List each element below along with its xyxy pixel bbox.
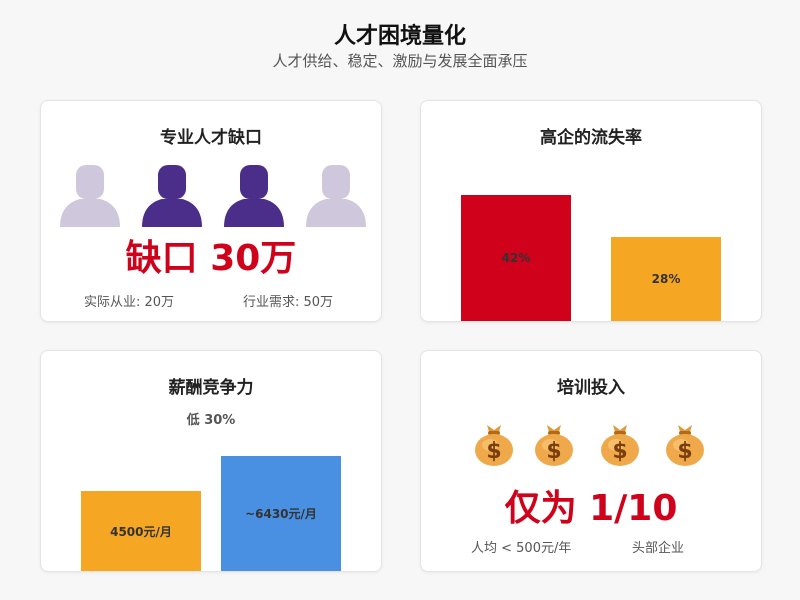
money-bag-icon: $ [666, 425, 704, 466]
training-card: 培训投入 $ $ $ $ 仅为 1/10 人均 < 500元/年 头部企业 [420, 350, 762, 572]
money-bag-icon: $ [601, 425, 639, 466]
gap-headline: 缺口 30万 [125, 238, 297, 279]
chart-bar: 42% [461, 195, 571, 321]
training-headline: 仅为 1/10 [504, 488, 678, 529]
svg-text:$: $ [546, 439, 561, 464]
turnover-title: 高企的流失率 [540, 128, 642, 148]
top-enterprise-caption: 头部企业 [632, 541, 685, 556]
person-icon [142, 165, 202, 227]
people-row [41, 163, 381, 227]
training-title: 培训投入 [557, 378, 625, 398]
talent-gap-title: 专业人才缺口 [160, 128, 262, 148]
page-title: 人才困境量化 [333, 24, 466, 49]
per-capita-caption: 人均 < 500元/年 [471, 541, 572, 556]
svg-text:$: $ [486, 439, 501, 464]
bar-value-label: 28% [651, 272, 681, 286]
page-subtitle: 人才供给、稳定、激励与发展全面承压 [272, 52, 528, 70]
industry-demand-label: 行业需求: 50万 [243, 295, 334, 310]
person-icon [306, 165, 366, 227]
salary-title: 薪酬竞争力 [168, 378, 254, 398]
chart-bar: 4500元/月 [81, 491, 201, 571]
chart-bar: 28% [611, 237, 721, 321]
salary-gap-note: 低 30% [186, 413, 236, 428]
bar-value-label: 4500元/月 [110, 524, 172, 539]
person-icon [224, 165, 284, 227]
person-icon [60, 165, 120, 227]
svg-text:$: $ [677, 439, 692, 464]
bar-value-label: 42% [501, 251, 531, 265]
actual-employment-label: 实际从业: 20万 [84, 295, 175, 310]
chart-bar: ~6430元/月 [221, 456, 341, 571]
svg-text:$: $ [612, 439, 627, 464]
talent-gap-card: 专业人才缺口 缺口 30万 实际从业: 20万 行业需求: 50万 [40, 100, 382, 322]
salary-card: 薪酬竞争力 低 30% 4500元/月 ~6430元/月 [40, 350, 382, 572]
money-bag-icon: $ [475, 425, 513, 466]
bar-value-label: ~6430元/月 [245, 507, 317, 521]
turnover-card: 高企的流失率 42% 28% [420, 100, 762, 322]
money-bag-icon: $ [535, 425, 573, 466]
